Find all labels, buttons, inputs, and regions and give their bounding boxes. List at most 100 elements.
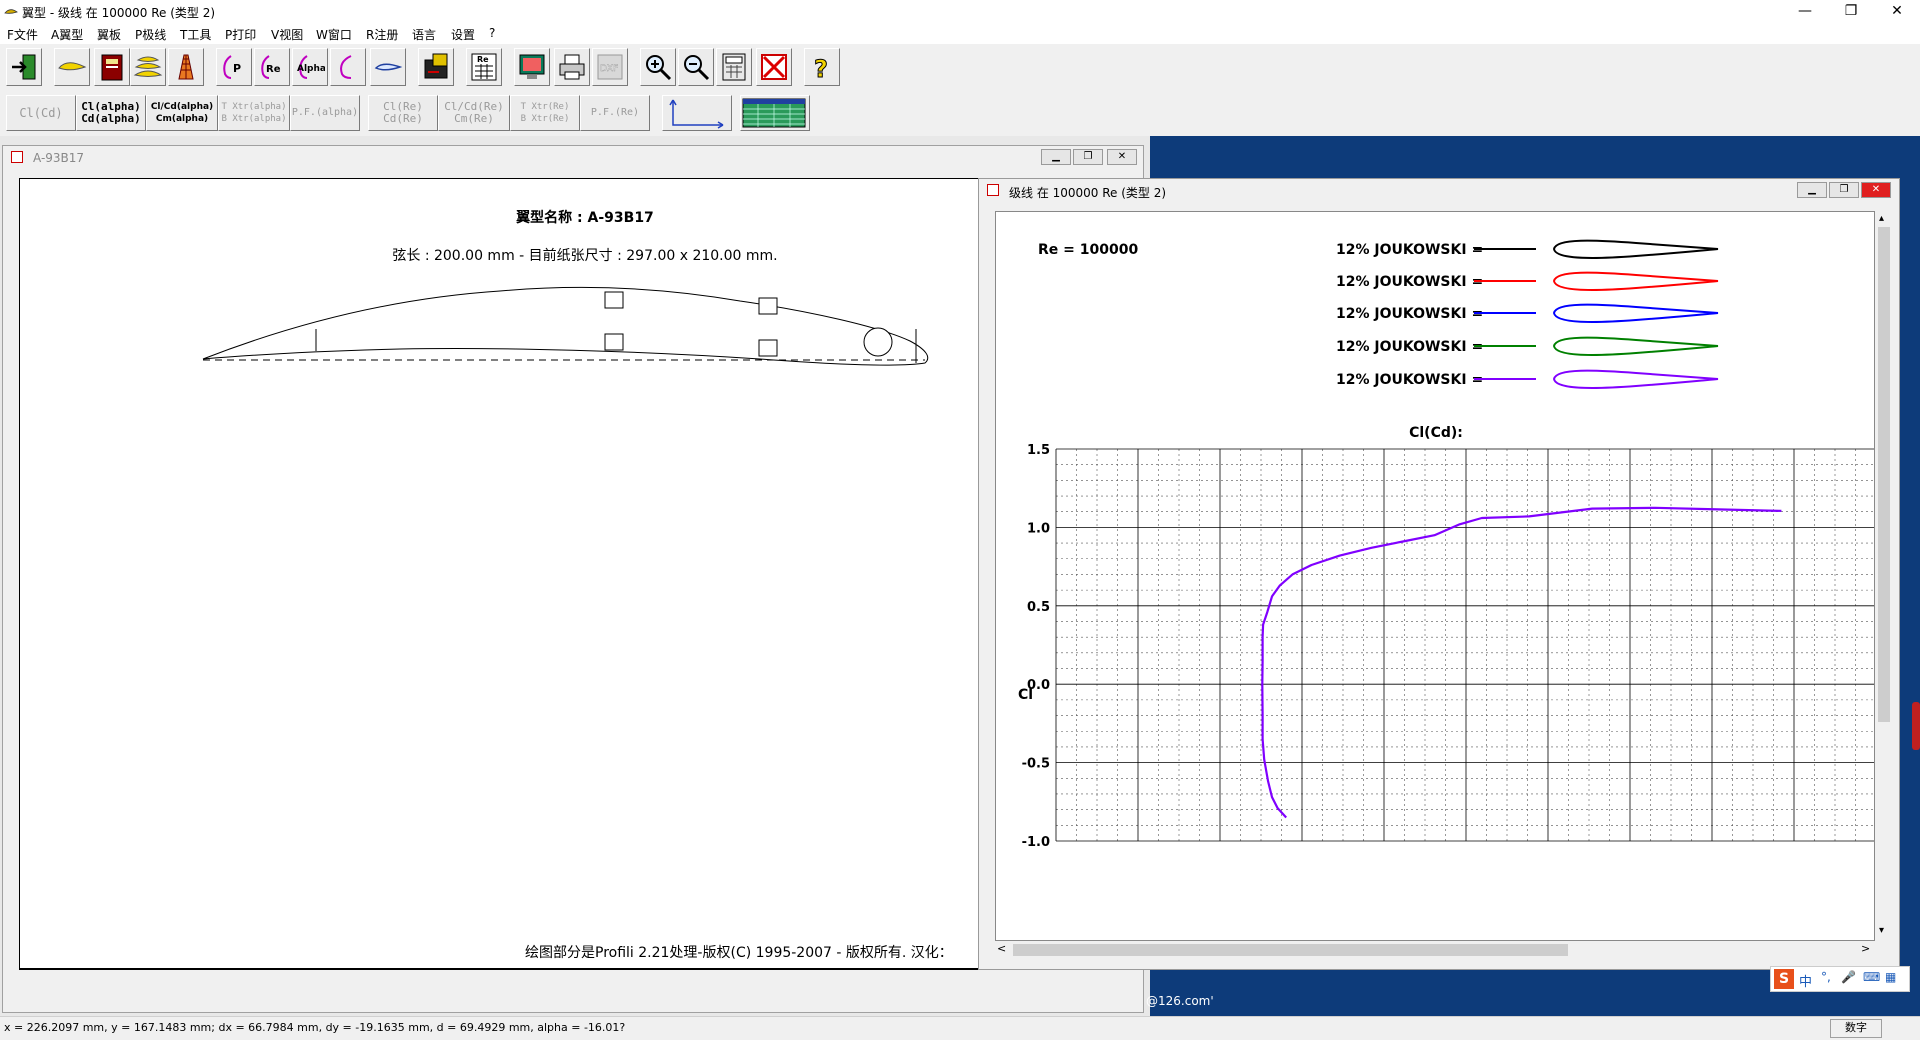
vertical-scrollbar[interactable]: ▴ ▾ — [1875, 211, 1893, 941]
menu-help[interactable]: ? — [489, 26, 495, 40]
ime-toolbar[interactable]: S 中 °, 🎤 ⌨ ▦ — [1770, 966, 1910, 992]
re-table-button[interactable]: Re — [466, 48, 502, 86]
copyright-footer: 绘图部分是Profili 2.21处理-版权(C) 1995-2007 - 版权… — [525, 945, 953, 961]
menu-polar[interactable]: P极线 — [135, 26, 166, 43]
monitor-button[interactable] — [514, 48, 550, 86]
polar-series-line — [1261, 506, 1782, 819]
pf-re-button[interactable]: P.F.(Re) — [580, 95, 650, 131]
database-button[interactable] — [94, 48, 130, 86]
help-button[interactable]: ? — [804, 48, 840, 86]
clcd-alpha-label: Cl/Cd(alpha) — [150, 102, 214, 112]
calculator-button[interactable] — [716, 48, 752, 86]
scroll-up-arrow[interactable]: ▴ — [1879, 213, 1884, 224]
main-toolbar: P Re Alpha Re DXF ? — [0, 44, 1920, 92]
desktop-email-fragment: @126.com' — [1146, 994, 1214, 1008]
minimize-button[interactable]: — — [1782, 0, 1828, 24]
airfoil-button[interactable] — [54, 48, 90, 86]
polar-close-button[interactable]: ✕ — [1861, 182, 1891, 198]
scroll-indicator — [1912, 702, 1920, 750]
dxf-button[interactable]: DXF — [592, 48, 628, 86]
airfoil-close-button[interactable]: ✕ — [1107, 149, 1137, 165]
microphone-icon[interactable]: 🎤 — [1841, 970, 1856, 984]
spar-upper-1 — [604, 291, 624, 309]
cursor-coordinates: x = 226.2097 mm, y = 167.1483 mm; dx = 6… — [4, 1021, 626, 1034]
close-button[interactable]: ✕ — [1874, 0, 1920, 24]
document-icon — [11, 151, 23, 163]
cl-alpha-button[interactable]: Cl(alpha) Cd(alpha) — [76, 95, 146, 131]
menu-view[interactable]: V视图 — [271, 26, 303, 43]
polar-re-icon: Re — [261, 55, 281, 79]
polar-toolbar: Cl(Cd) Cl(alpha) Cd(alpha) Cl/Cd(alpha) Cm… — [0, 92, 1920, 136]
zoom-in-button[interactable] — [640, 48, 676, 86]
y-tick-label: 1.0 — [1027, 521, 1050, 536]
horizontal-scrollbar[interactable]: < > — [995, 941, 1875, 959]
txtr-re-label: T Xtr(Re) — [520, 102, 570, 112]
spar-upper-2 — [758, 297, 778, 315]
horizontal-scroll-thumb[interactable] — [1013, 944, 1568, 956]
cd-alpha-label: Cd(alpha) — [81, 112, 141, 125]
clcd-alpha-button[interactable]: Cl/Cd(alpha) Cm(alpha) — [146, 95, 218, 131]
stack-airfoils-button[interactable] — [130, 48, 166, 86]
xtr-re-button[interactable]: T Xtr(Re) B Xtr(Re) — [510, 95, 580, 131]
menu-settings[interactable]: 设置 — [451, 26, 475, 43]
bxtr-alpha-label: B Xtr(alpha) — [221, 114, 287, 124]
spar-lower-1 — [604, 333, 624, 351]
airfoil-minimize-button[interactable]: ▁ — [1041, 149, 1071, 165]
zoom-in-icon — [646, 55, 672, 81]
bxtr-re-label: B Xtr(Re) — [520, 114, 570, 124]
polar-restore-button[interactable]: ❐ — [1829, 182, 1859, 198]
wing-grid-icon — [178, 54, 194, 80]
ime-punct-icon[interactable]: °, — [1821, 970, 1831, 984]
data-table-button[interactable] — [740, 95, 810, 131]
app-title-bar: 翼型 - 级线 在 100000 Re (类型 2) — ❐ ✕ — [0, 0, 1920, 24]
svg-text:Re: Re — [266, 64, 281, 75]
airfoil-shape-icon — [374, 63, 403, 71]
close-red-icon — [761, 54, 787, 80]
axes-button[interactable] — [662, 95, 732, 131]
close-all-button[interactable] — [756, 48, 792, 86]
help-icon: ? — [814, 55, 829, 83]
numlock-indicator: 数字 — [1830, 1019, 1882, 1038]
printer-icon — [559, 54, 585, 80]
polar-minimize-button[interactable]: ▁ — [1797, 182, 1827, 198]
cl-re-button[interactable]: Cl(Re) Cd(Re) — [368, 95, 438, 131]
cl-cd-button[interactable]: Cl(Cd) — [6, 95, 76, 131]
polar-re-button[interactable]: Re — [254, 48, 290, 86]
calculator-icon — [722, 53, 746, 81]
airfoil-shape-button[interactable] — [370, 48, 406, 86]
zoom-out-button[interactable] — [678, 48, 714, 86]
menu-print[interactable]: P打印 — [225, 26, 256, 43]
pf-alpha-button[interactable]: P.F.(alpha) — [290, 95, 360, 131]
print-button[interactable] — [554, 48, 590, 86]
menu-wing[interactable]: 翼板 — [97, 26, 121, 43]
keyboard-icon[interactable]: ⌨ — [1863, 970, 1880, 984]
axes-icon — [669, 99, 724, 129]
menu-file[interactable]: F文件 — [7, 26, 38, 43]
scroll-down-arrow[interactable]: ▾ — [1879, 925, 1884, 936]
menu-airfoil[interactable]: A翼型 — [51, 26, 83, 43]
polar-p-button[interactable]: P — [216, 48, 252, 86]
xtr-alpha-button[interactable]: T Xtr(alpha) B Xtr(alpha) — [218, 95, 290, 131]
ime-mode[interactable]: 中 — [1799, 971, 1812, 990]
wing-grid-button[interactable] — [168, 48, 204, 86]
exit-button[interactable] — [6, 48, 42, 86]
svg-text:Alpha: Alpha — [297, 64, 325, 74]
document-icon — [987, 184, 999, 196]
export-button[interactable] — [418, 48, 454, 86]
vertical-scroll-thumb[interactable] — [1878, 227, 1890, 722]
menu-window[interactable]: W窗口 — [316, 26, 352, 43]
menu-language[interactable]: 语言 — [412, 26, 436, 43]
menu-tools[interactable]: T工具 — [180, 26, 211, 43]
menu-register[interactable]: R注册 — [366, 26, 398, 43]
polar-curve-button[interactable] — [330, 48, 366, 86]
zoom-out-icon — [684, 55, 710, 81]
clcd-re-button[interactable]: Cl/Cd(Re) Cm(Re) — [438, 95, 510, 131]
scroll-left-arrow[interactable]: < — [997, 942, 1006, 955]
polar-alpha-button[interactable]: Alpha — [292, 48, 328, 86]
maximize-button[interactable]: ❐ — [1828, 0, 1874, 24]
airfoil-restore-button[interactable]: ❐ — [1073, 149, 1103, 165]
scroll-right-arrow[interactable]: > — [1861, 942, 1870, 955]
database-icon — [101, 54, 123, 81]
ime-menu-icon[interactable]: ▦ — [1885, 970, 1896, 984]
airfoil-icon — [58, 62, 87, 71]
